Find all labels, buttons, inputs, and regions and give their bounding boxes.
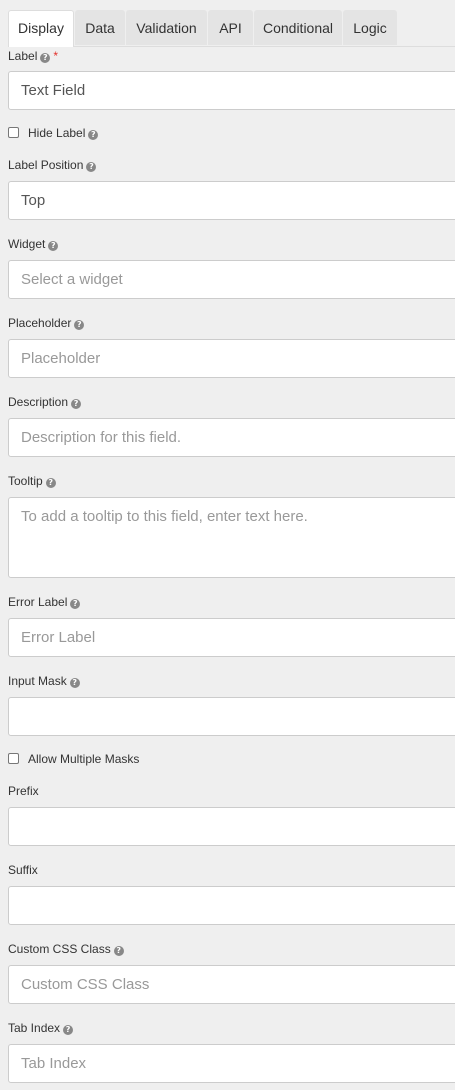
input-mask-input[interactable] [8, 697, 455, 736]
label-position-select[interactable]: Top [8, 181, 455, 220]
tab-index-input[interactable]: Tab Index [8, 1044, 455, 1083]
placeholder-title: Placeholder [8, 316, 72, 330]
custom-css-label: Custom CSS Class? [8, 941, 124, 957]
suffix-label: Suffix [8, 862, 38, 878]
prefix-title: Prefix [8, 784, 39, 798]
tooltip-label: Tooltip? [8, 473, 56, 489]
widget-select[interactable]: Select a widget [8, 260, 455, 299]
custom-css-input[interactable]: Custom CSS Class [8, 965, 455, 1004]
hide-label-checkbox[interactable] [8, 127, 19, 138]
help-icon[interactable]: ? [63, 1025, 74, 1035]
help-icon[interactable]: ? [113, 946, 124, 956]
label-position-label: Label Position? [8, 157, 97, 173]
error-label-label: Error Label? [8, 594, 81, 610]
help-icon[interactable]: ? [40, 53, 51, 63]
help-icon[interactable]: ? [70, 599, 81, 609]
input-mask-label: Input Mask? [8, 673, 80, 689]
prefix-input[interactable] [8, 807, 455, 846]
tab-bar: Display Data Validation API Conditional … [8, 10, 455, 47]
help-icon[interactable]: ? [48, 241, 59, 251]
custom-css-title: Custom CSS Class [8, 942, 111, 956]
tab-index-label: Tab Index? [8, 1020, 74, 1036]
input-mask-title: Input Mask [8, 674, 67, 688]
label-field-label: Label? * [8, 48, 58, 64]
description-title: Description [8, 395, 69, 409]
hide-label-text: Hide Label [28, 126, 86, 140]
hide-label-row: Hide Label? [8, 125, 99, 141]
tab-index-title: Tab Index [8, 1021, 61, 1035]
tab-display[interactable]: Display [8, 10, 74, 47]
label-field-title: Label [8, 49, 38, 63]
tab-api[interactable]: API [208, 10, 253, 45]
allow-multiple-masks-row: Allow Multiple Masks [8, 751, 139, 767]
placeholder-label: Placeholder? [8, 315, 85, 331]
tooltip-title: Tooltip [8, 474, 43, 488]
tab-validation[interactable]: Validation [126, 10, 207, 45]
error-label-title: Error Label [8, 595, 68, 609]
help-icon[interactable]: ? [71, 399, 82, 409]
description-label: Description? [8, 394, 82, 410]
description-input[interactable]: Description for this field. [8, 418, 455, 457]
allow-multiple-masks-checkbox[interactable] [8, 753, 19, 764]
tab-data[interactable]: Data [75, 10, 125, 45]
label-position-title: Label Position [8, 158, 84, 172]
label-input[interactable]: Text Field [8, 71, 455, 110]
suffix-input[interactable] [8, 886, 455, 925]
required-marker: * [53, 49, 59, 63]
placeholder-input[interactable]: Placeholder [8, 339, 455, 378]
tab-logic[interactable]: Logic [343, 10, 397, 45]
widget-label: Widget? [8, 236, 59, 252]
widget-title: Widget [8, 237, 46, 251]
help-icon[interactable]: ? [74, 320, 85, 330]
prefix-label: Prefix [8, 783, 39, 799]
suffix-title: Suffix [8, 863, 38, 877]
help-icon[interactable]: ? [69, 678, 80, 688]
help-icon[interactable]: ? [45, 478, 56, 488]
tab-conditional[interactable]: Conditional [254, 10, 342, 45]
tooltip-textarea[interactable]: To add a tooltip to this field, enter te… [8, 497, 455, 578]
help-icon[interactable]: ? [88, 130, 99, 140]
error-label-input[interactable]: Error Label [8, 618, 455, 657]
help-icon[interactable]: ? [86, 162, 97, 172]
allow-multiple-masks-text: Allow Multiple Masks [28, 752, 140, 766]
